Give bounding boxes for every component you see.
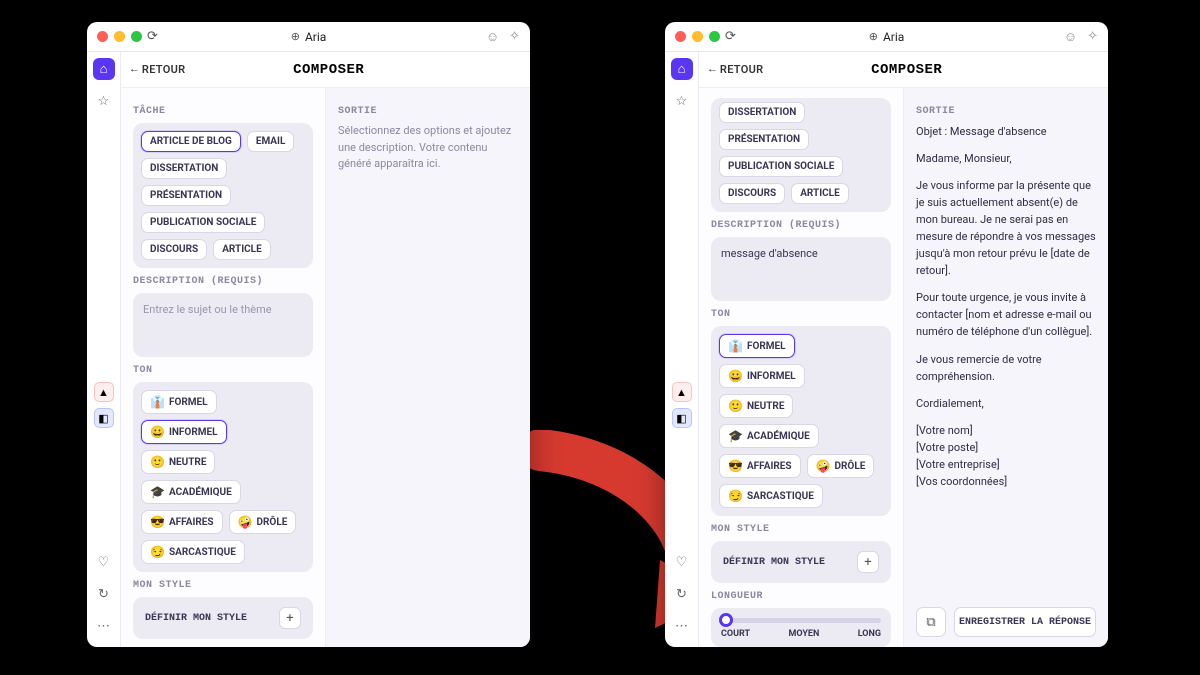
titlebar: ⟳ ⊕ Aria ☺ ✧: [87, 22, 530, 52]
task-chip[interactable]: ARTICLE: [213, 239, 271, 260]
tone-chip[interactable]: 👔FORMEL: [719, 334, 795, 358]
task-chip[interactable]: DISSERTATION: [719, 102, 805, 123]
style-label: MON STYLE: [711, 524, 891, 535]
tone-chip[interactable]: 🤪DRÔLE: [229, 510, 297, 534]
history-icon[interactable]: ↻: [671, 583, 693, 605]
tone-chip-group: 👔FORMEL 😀INFORMEL 🙂NEUTRE 🎓ACADÉMIQUE 😎A…: [133, 382, 313, 572]
app-shortcut-a[interactable]: ▲: [94, 382, 114, 402]
description-label: DESCRIPTION (REQUIS): [711, 220, 891, 231]
page-title: COMPOSER: [773, 62, 1040, 78]
length-slider[interactable]: COURT MOYEN LONG: [711, 608, 891, 647]
length-label: LONGUEUR: [711, 591, 891, 602]
output-pane: SORTIE Sélectionnez des options et ajout…: [326, 88, 530, 647]
tone-chip[interactable]: 😏SARCASTIQUE: [719, 484, 823, 508]
options-pane: TÂCHE ARTICLE DE BLOG EMAIL DISSERTATION…: [121, 88, 326, 647]
tone-chip[interactable]: 🙂NEUTRE: [719, 394, 793, 418]
more-icon[interactable]: ⋯: [93, 615, 115, 637]
task-chip[interactable]: PRÉSENTATION: [141, 185, 231, 206]
description-input[interactable]: message d'absence: [711, 237, 891, 301]
plus-icon: +: [279, 607, 301, 629]
tone-chip[interactable]: 😎AFFAIRES: [141, 510, 223, 534]
length-option: COURT: [721, 629, 750, 639]
tone-chip[interactable]: 👔FORMEL: [141, 390, 217, 414]
save-response-button[interactable]: ENREGISTRER LA RÉPONSE: [954, 607, 1096, 637]
task-label: TÂCHE: [133, 106, 313, 117]
page-header: ← RETOUR COMPOSER: [699, 52, 1108, 88]
plus-icon: +: [857, 551, 879, 573]
task-chip[interactable]: PUBLICATION SOCIALE: [719, 156, 843, 177]
length-option: MOYEN: [788, 629, 819, 639]
tone-chip[interactable]: 🙂NEUTRE: [141, 450, 215, 474]
tone-chip[interactable]: 🤪DRÔLE: [807, 454, 875, 478]
home-icon[interactable]: ⌂: [671, 58, 693, 80]
define-style-button[interactable]: DÉFINIR MON STYLE +: [711, 541, 891, 583]
length-option: LONG: [858, 629, 881, 639]
back-button[interactable]: ← RETOUR: [131, 63, 185, 76]
options-pane: DISSERTATION PRÉSENTATION PUBLICATION SO…: [699, 88, 904, 647]
window-before: ⟳ ⊕ Aria ☺ ✧ ⌂ ☆ ▲ ◧ ♡ ↻ ⋯ ← RETOUR COMP…: [87, 22, 530, 647]
output-text: Objet : Message d'absence Madame, Monsie…: [916, 123, 1096, 597]
output-placeholder: Sélectionnez des options et ajoutez une …: [338, 123, 518, 173]
globe-icon: ⊕: [291, 30, 300, 43]
page-header: ← RETOUR COMPOSER: [121, 52, 530, 88]
app-shortcut-b[interactable]: ◧: [94, 408, 114, 428]
side-rail: ⌂ ☆ ▲ ◧ ♡ ↻ ⋯: [87, 52, 121, 647]
window-after: ⟳ ⊕ Aria ☺ ✧ ⌂ ☆ ▲ ◧ ♡ ↻ ⋯ ← RETOUR COMP…: [665, 22, 1108, 647]
task-chip[interactable]: ARTICLE: [791, 183, 849, 204]
task-chip[interactable]: DISCOURS: [141, 239, 207, 260]
define-style-button[interactable]: DÉFINIR MON STYLE +: [133, 597, 313, 639]
tone-chip-group: 👔FORMEL 😀INFORMEL 🙂NEUTRE 🎓ACADÉMIQUE 😎A…: [711, 326, 891, 516]
task-chip[interactable]: DISCOURS: [719, 183, 785, 204]
side-rail: ⌂ ☆ ▲ ◧ ♡ ↻ ⋯: [665, 52, 699, 647]
pin-icon[interactable]: ✧: [1087, 29, 1098, 45]
heart-icon[interactable]: ♡: [93, 551, 115, 573]
tone-chip[interactable]: 🎓ACADÉMIQUE: [719, 424, 819, 448]
star-icon[interactable]: ☆: [93, 90, 115, 112]
back-button[interactable]: ← RETOUR: [709, 63, 763, 76]
reload-icon[interactable]: ⟳: [725, 29, 736, 44]
heart-icon[interactable]: ♡: [671, 551, 693, 573]
reload-icon[interactable]: ⟳: [147, 29, 158, 44]
home-icon[interactable]: ⌂: [93, 58, 115, 80]
task-chip[interactable]: DISSERTATION: [141, 158, 227, 179]
globe-icon: ⊕: [869, 30, 878, 43]
titlebar: ⟳ ⊕ Aria ☺ ✧: [665, 22, 1108, 52]
app-shortcut-b[interactable]: ◧: [672, 408, 692, 428]
description-label: DESCRIPTION (REQUIS): [133, 276, 313, 287]
description-input[interactable]: Entrez le sujet ou le thème: [133, 293, 313, 357]
pin-icon[interactable]: ✧: [509, 29, 520, 45]
output-label: SORTIE: [916, 106, 1096, 117]
slider-thumb[interactable]: [719, 613, 733, 627]
tone-chip[interactable]: 😀INFORMEL: [719, 364, 805, 388]
task-chip[interactable]: EMAIL: [247, 131, 295, 152]
star-icon[interactable]: ☆: [671, 90, 693, 112]
tone-label: TON: [133, 365, 313, 376]
tone-label: TON: [711, 309, 891, 320]
tone-chip[interactable]: 😀INFORMEL: [141, 420, 227, 444]
tone-chip[interactable]: 😏SARCASTIQUE: [141, 540, 245, 564]
copy-button[interactable]: ⧉: [916, 607, 946, 637]
face-icon[interactable]: ☺: [1064, 29, 1077, 45]
app-shortcut-a[interactable]: ▲: [672, 382, 692, 402]
face-icon[interactable]: ☺: [486, 29, 499, 45]
output-label: SORTIE: [338, 106, 518, 117]
task-chip-group: DISSERTATION PRÉSENTATION PUBLICATION SO…: [711, 98, 891, 212]
style-label: MON STYLE: [133, 580, 313, 591]
task-chip[interactable]: PRÉSENTATION: [719, 129, 809, 150]
more-icon[interactable]: ⋯: [671, 615, 693, 637]
output-pane: SORTIE Objet : Message d'absence Madame,…: [904, 88, 1108, 647]
app-title: Aria: [883, 30, 904, 44]
tone-chip[interactable]: 😎AFFAIRES: [719, 454, 801, 478]
task-chip-group: ARTICLE DE BLOG EMAIL DISSERTATION PRÉSE…: [133, 123, 313, 268]
app-title: Aria: [305, 30, 326, 44]
history-icon[interactable]: ↻: [93, 583, 115, 605]
page-title: COMPOSER: [195, 62, 462, 78]
tone-chip[interactable]: 🎓ACADÉMIQUE: [141, 480, 241, 504]
task-chip[interactable]: ARTICLE DE BLOG: [141, 131, 241, 152]
task-chip[interactable]: PUBLICATION SOCIALE: [141, 212, 265, 233]
